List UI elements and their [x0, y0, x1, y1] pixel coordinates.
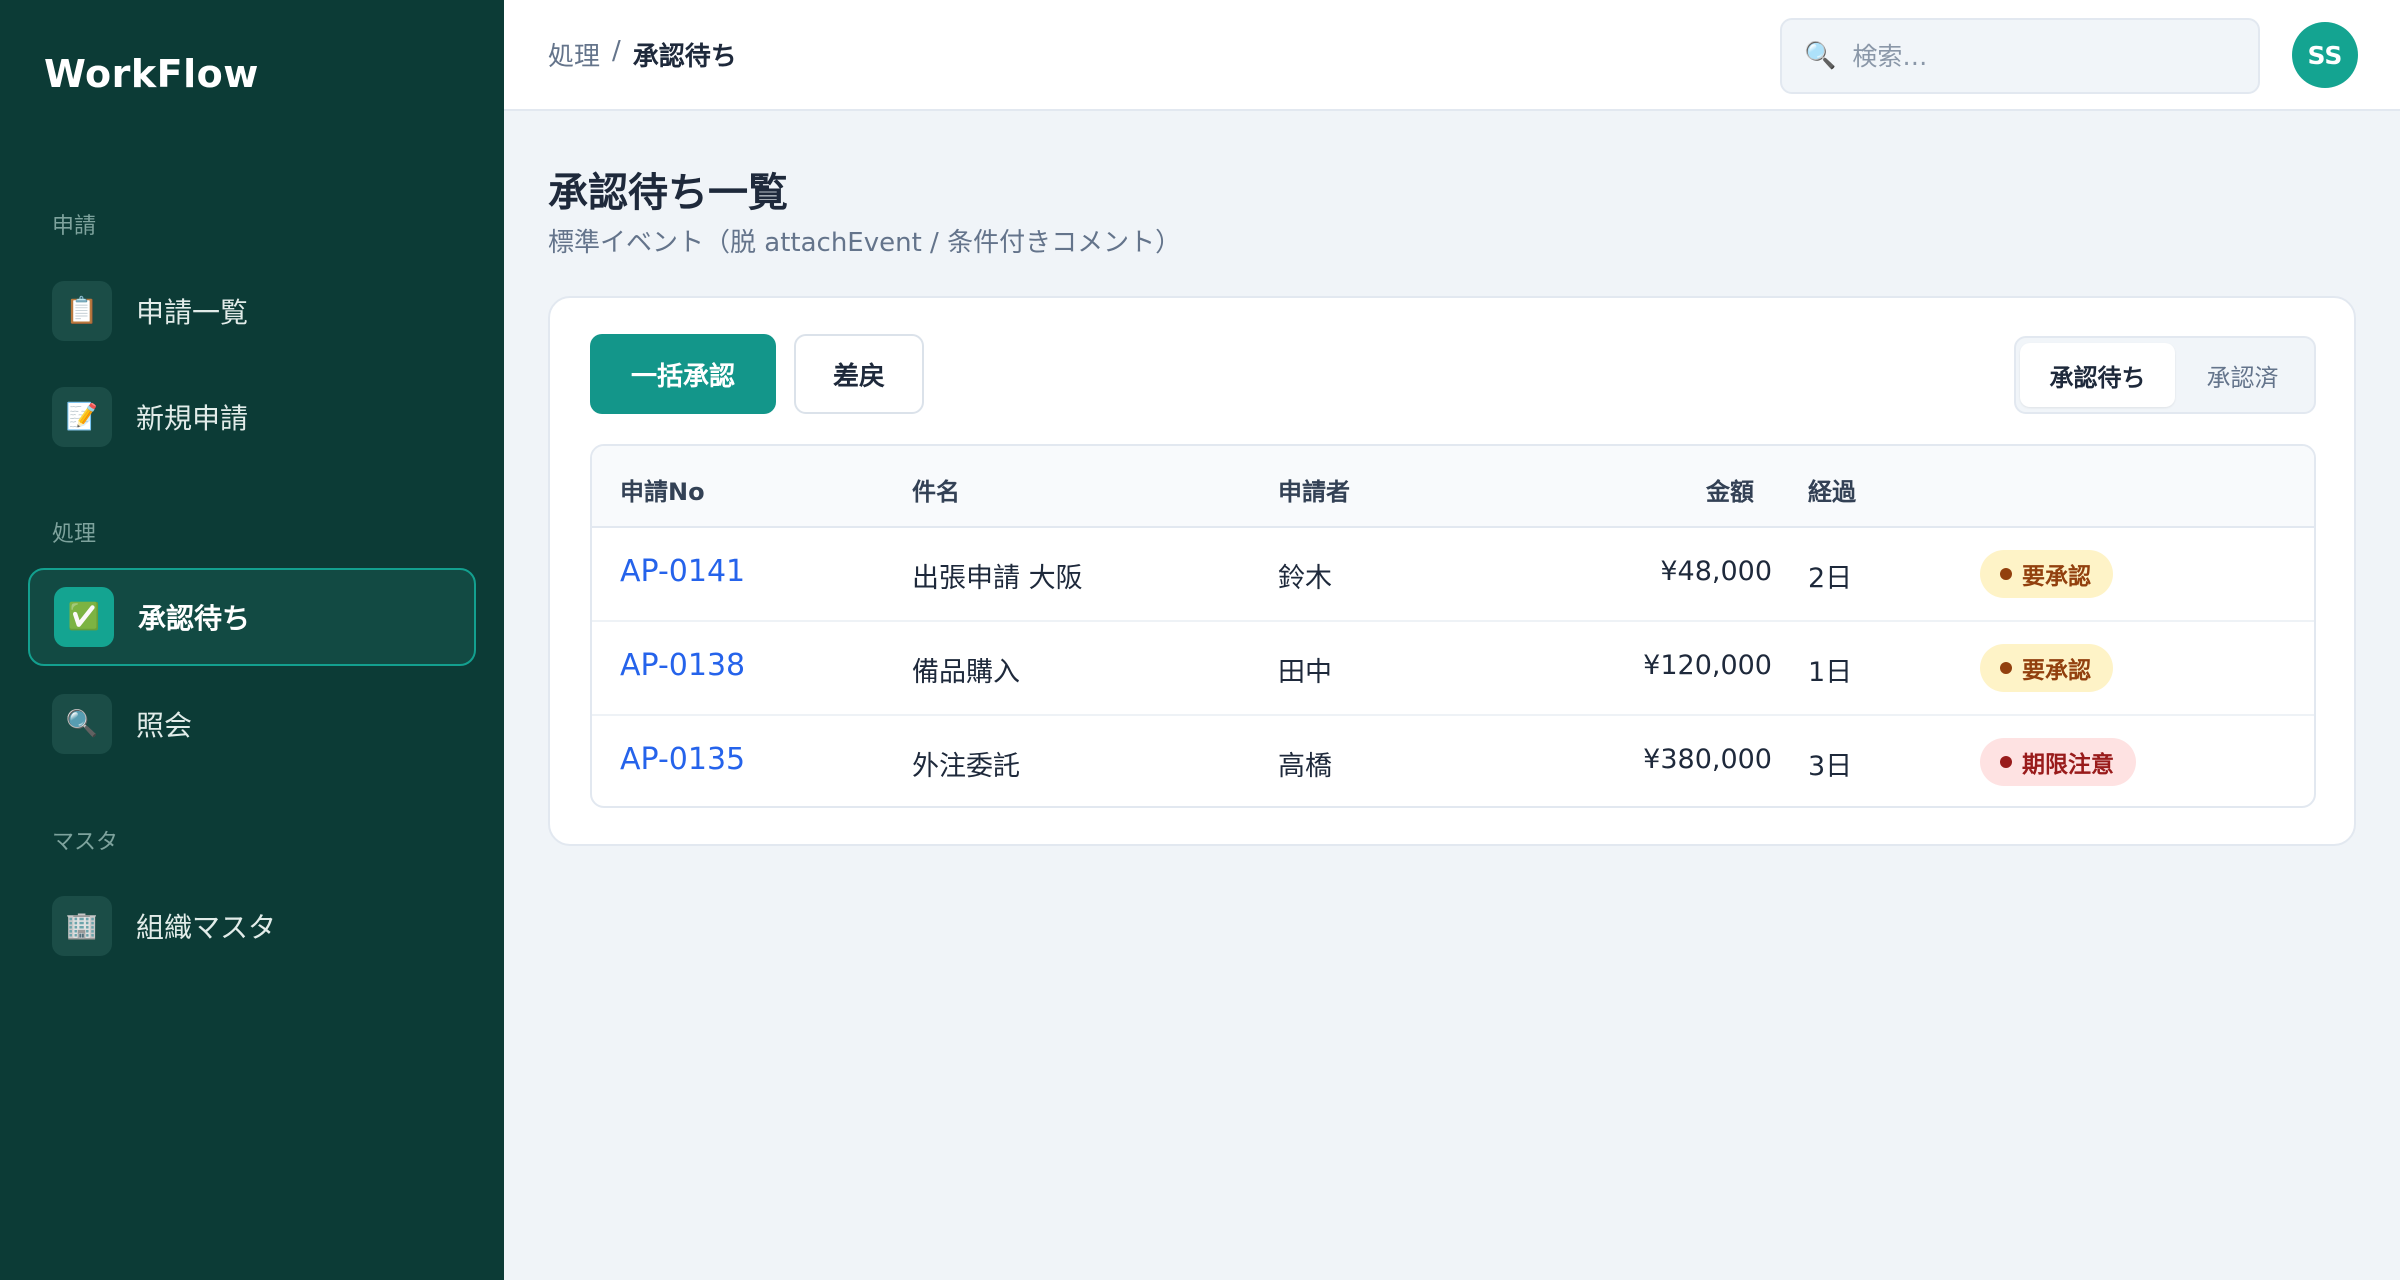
memo-icon: 📝 [52, 387, 112, 447]
avatar[interactable]: SS [2292, 22, 2358, 88]
elapsed-cell: 2日 [1808, 563, 1853, 594]
approval-card: 一括承認 差戻 承認待ち 承認済 申請No 件名 申請者 金額 経過 AP-01… [548, 296, 2356, 846]
breadcrumb-current: 承認待ち [632, 42, 737, 72]
sidebar-section-label: 申請 [52, 214, 97, 239]
sidebar-item-org-master[interactable]: 🏢 組織マスタ [28, 877, 476, 975]
applicant-cell: 田中 [1278, 657, 1332, 688]
elapsed-cell: 1日 [1808, 657, 1853, 688]
tab-approved[interactable]: 承認済 [2175, 343, 2310, 407]
sidebar-item-inquiry[interactable]: 🔍 照会 [28, 675, 476, 773]
status-dot-icon [2000, 756, 2012, 768]
column-header-elapsed: 経過 [1808, 478, 1856, 506]
search-input[interactable] [1852, 41, 2233, 71]
status-badge-label: 期限注意 [2022, 752, 2114, 778]
table-header: 申請No 件名 申請者 金額 経過 [592, 446, 2314, 528]
column-header-applicant: 申請者 [1278, 478, 1350, 506]
amount-cell: ¥48,000 [1660, 556, 1772, 587]
table-row[interactable]: AP-0141 出張申請 大阪 鈴木 ¥48,000 2日 要承認 [592, 528, 2314, 622]
breadcrumb-parent[interactable]: 処理 [548, 36, 600, 73]
sidebar-item-label: 照会 [136, 709, 193, 742]
subject-cell: 外注委託 [912, 751, 1020, 782]
clipboard-icon: 📋 [52, 281, 112, 341]
applicant-cell: 鈴木 [1278, 563, 1332, 594]
column-header-no: 申請No [620, 478, 705, 506]
sidebar-item-label: 新規申請 [136, 402, 249, 435]
status-dot-icon [2000, 662, 2012, 674]
status-badge: 要承認 [1980, 550, 2113, 598]
applicant-cell: 高橋 [1278, 751, 1332, 782]
status-badge: 要承認 [1980, 644, 2113, 692]
status-badge-label: 要承認 [2022, 658, 2091, 684]
sidebar-item-new-application[interactable]: 📝 新規申請 [28, 368, 476, 466]
page-subtitle: 標準イベント（脱 attachEvent / 条件付きコメント） [548, 228, 1182, 258]
sidebar-item-pending-approval[interactable]: ✅ 承認待ち [28, 568, 476, 666]
status-tabs: 承認待ち 承認済 [2014, 336, 2316, 414]
sidebar-item-label: 承認待ち [138, 602, 251, 635]
search-box[interactable]: 🔍 [1780, 18, 2260, 94]
status-badge: 期限注意 [1980, 738, 2136, 786]
breadcrumb: 処理 / 承認待ち [548, 36, 737, 73]
search-icon: 🔍 [1804, 41, 1837, 71]
send-back-button[interactable]: 差戻 [794, 334, 924, 414]
table-row[interactable]: AP-0135 外注委託 高橋 ¥380,000 3日 期限注意 [592, 716, 2314, 806]
page-title: 承認待ち一覧 [548, 170, 788, 216]
elapsed-cell: 3日 [1808, 751, 1853, 782]
table-row[interactable]: AP-0138 備品購入 田中 ¥120,000 1日 要承認 [592, 622, 2314, 716]
bulk-approve-button[interactable]: 一括承認 [590, 334, 776, 414]
building-icon: 🏢 [52, 896, 112, 956]
topbar: 処理 / 承認待ち 🔍 SS [504, 0, 2400, 111]
brand-logo[interactable]: WorkFlow [44, 52, 259, 96]
sidebar-item-label: 申請一覧 [136, 296, 249, 329]
application-no-link[interactable]: AP-0135 [620, 742, 745, 777]
sidebar-item-application-list[interactable]: 📋 申請一覧 [28, 262, 476, 360]
approval-table: 申請No 件名 申請者 金額 経過 AP-0141 出張申請 大阪 鈴木 ¥48… [590, 444, 2316, 808]
magnifier-icon: 🔍 [52, 694, 112, 754]
tab-pending[interactable]: 承認待ち [2020, 343, 2175, 407]
check-icon: ✅ [54, 587, 114, 647]
sidebar: WorkFlow 申請 📋 申請一覧 📝 新規申請 処理 ✅ 承認待ち 🔍 照会… [0, 0, 504, 1280]
sidebar-item-label: 組織マスタ [136, 911, 277, 944]
column-header-subject: 件名 [912, 478, 960, 506]
column-header-amount: 金額 [1706, 478, 1754, 506]
sidebar-section-label: マスタ [52, 830, 119, 855]
subject-cell: 出張申請 大阪 [912, 563, 1083, 594]
status-dot-icon [2000, 568, 2012, 580]
subject-cell: 備品購入 [912, 657, 1020, 688]
status-badge-label: 要承認 [2022, 564, 2091, 590]
amount-cell: ¥120,000 [1643, 650, 1772, 681]
breadcrumb-separator: / [612, 36, 621, 66]
application-no-link[interactable]: AP-0138 [620, 648, 745, 683]
amount-cell: ¥380,000 [1643, 744, 1772, 775]
sidebar-section-label: 処理 [52, 522, 97, 547]
application-no-link[interactable]: AP-0141 [620, 554, 745, 589]
